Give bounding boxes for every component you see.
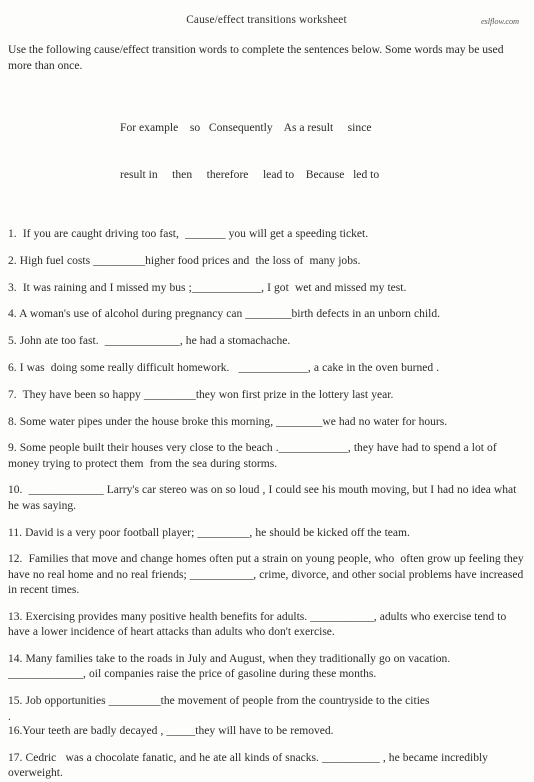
stray-period: . [8, 711, 11, 724]
question-item: 3. It was raining and I missed my bus ;_… [8, 281, 407, 294]
question-item: 8. Some water pipes under the house brok… [8, 415, 448, 428]
question-item: 17. Cedric was a chocolate fanatic, and … [8, 752, 492, 780]
question-item: 13. Exercising provides many positive he… [8, 610, 510, 639]
question-item: 1. If you are caught driving too fast, _… [8, 228, 369, 240]
word-bank-row-1: For example so Consequently As a result … [120, 121, 372, 134]
question-item: 10. _____________ Larry's car stereo was… [8, 484, 520, 512]
question-item: 12. Families that move and change homes … [8, 553, 527, 596]
question-item: 9. Some people built their houses very c… [8, 442, 500, 470]
question-item: 2. High fuel costs _________higher food … [8, 254, 361, 267]
instructions-text: Use the following cause/effect transitio… [8, 43, 504, 72]
question-list: 1. If you are caught driving too fast, _… [8, 227, 525, 782]
page-title: Cause/effect transitions worksheet [186, 14, 347, 26]
question-item: 5. John ate too fast. _____________, he … [8, 335, 291, 348]
word-bank: For example so Consequently As a result … [8, 89, 525, 213]
question-item: 11. David is a very poor football player… [8, 526, 410, 539]
question-item: 6. I was doing some really difficult hom… [8, 361, 440, 374]
worksheet-header: Cause/effect transitions worksheet eslfl… [8, 0, 525, 30]
question-item: 16.Your teeth are badly decayed , _____t… [8, 725, 334, 738]
question-item: 4. A woman's use of alcohol during pregn… [8, 308, 441, 321]
question-item: 15. Job opportunities _________the movem… [8, 694, 430, 707]
question-item: 14. Many families take to the roads in J… [8, 652, 454, 681]
question-item: 7. They have been so happy _________they… [8, 388, 394, 401]
word-bank-row-2: result in then therefore lead to Because… [120, 167, 380, 181]
worksheet-page: Cause/effect transitions worksheet eslfl… [0, 0, 534, 779]
site-watermark: eslflow.com [480, 17, 519, 26]
